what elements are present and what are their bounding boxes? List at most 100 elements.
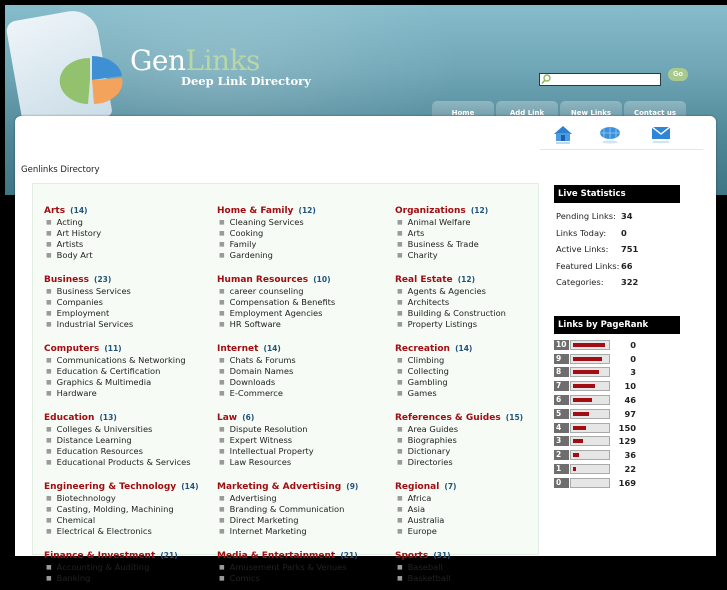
subcategory-link[interactable]: Direct Marketing	[230, 515, 299, 525]
subcategory-link[interactable]: Architects	[408, 297, 450, 307]
subcategory-link[interactable]: Downloads	[230, 377, 276, 387]
subcategory-link[interactable]: Electrical & Electronics	[57, 526, 152, 536]
pagerank-row[interactable]: 6 46	[554, 393, 680, 407]
subcategory-link[interactable]: Industrial Services	[57, 319, 134, 329]
subcategory-link[interactable]: Hardware	[57, 388, 97, 398]
subcategory-link[interactable]: Education Resources	[57, 446, 143, 456]
globe-icon-button[interactable]	[599, 123, 621, 145]
subcategory-link[interactable]: Europe	[408, 526, 437, 536]
category-link[interactable]: Organizations	[395, 206, 466, 216]
subcategory-link[interactable]: Employment	[57, 308, 110, 318]
category-link[interactable]: References & Guides	[395, 413, 501, 423]
subcategory-link[interactable]: Business Services	[57, 286, 131, 296]
category-link[interactable]: Finance & Investment	[44, 551, 155, 561]
subcategory-link[interactable]: Directories	[408, 457, 453, 467]
pagerank-row[interactable]: 4 150	[554, 421, 680, 435]
subcategory-link[interactable]: Games	[408, 388, 437, 398]
subcategory-link[interactable]: Australia	[408, 515, 445, 525]
category-link[interactable]: Business	[44, 275, 89, 285]
pagerank-row[interactable]: 83	[554, 366, 680, 380]
subcategory-link[interactable]: HR Software	[230, 319, 281, 329]
subcategory-link[interactable]: Colleges & Universities	[57, 424, 153, 434]
subcategory-link[interactable]: Collecting	[408, 366, 449, 376]
category-link[interactable]: Home & Family	[217, 206, 293, 216]
subcategory-link[interactable]: Property Listings	[408, 319, 477, 329]
subcategory-link[interactable]: Graphics & Multimedia	[57, 377, 152, 387]
subcategory-link[interactable]: Advertising	[230, 493, 277, 503]
category-link[interactable]: Human Resources	[217, 275, 308, 285]
subcategory-link[interactable]: Casting, Molding, Machining	[57, 504, 174, 514]
subcategory-link[interactable]: Gardening	[230, 250, 273, 260]
pagerank-row[interactable]: 2 36	[554, 448, 680, 462]
subcategory-link[interactable]: Communications & Networking	[57, 355, 186, 365]
category-link[interactable]: Internet	[217, 344, 258, 354]
subcategory-link[interactable]: Domain Names	[230, 366, 294, 376]
category-link[interactable]: Education	[44, 413, 94, 423]
subcategory-link[interactable]: Intellectual Property	[230, 446, 314, 456]
subcategory-link[interactable]: Educational Products & Services	[57, 457, 191, 467]
category-link[interactable]: Regional	[395, 482, 439, 492]
subcategory-link[interactable]: Cooking	[230, 228, 264, 238]
category-link[interactable]: Media & Entertainment	[217, 551, 335, 561]
subcategory-link[interactable]: Biotechnology	[57, 493, 116, 503]
mail-icon-button[interactable]	[650, 123, 672, 145]
subcategory-link[interactable]: Distance Learning	[57, 435, 132, 445]
subcategory-link[interactable]: Dispute Resolution	[230, 424, 308, 434]
home-icon-button[interactable]	[552, 123, 574, 145]
subcategory-link[interactable]: Family	[230, 239, 257, 249]
subcategory-link[interactable]: Employment Agencies	[230, 308, 323, 318]
category-link[interactable]: Law	[217, 413, 237, 423]
subcategory-link[interactable]: Artists	[57, 239, 84, 249]
subcategory-link[interactable]: E-Commerce	[230, 388, 283, 398]
subcategory-link[interactable]: Art History	[57, 228, 102, 238]
subcategory-link[interactable]: Africa	[408, 493, 432, 503]
subcategory-link[interactable]: Asia	[408, 504, 425, 514]
pagerank-row[interactable]: 10 0	[554, 338, 680, 352]
subcategory-link[interactable]: Banking	[57, 573, 91, 583]
category-link[interactable]: Engineering & Technology	[44, 482, 176, 492]
pagerank-row[interactable]: 3 129	[554, 435, 680, 449]
category-link[interactable]: Real Estate	[395, 275, 453, 285]
subcategory-link[interactable]: Chemical	[57, 515, 96, 525]
pagerank-row[interactable]: 1 22	[554, 462, 680, 476]
category-link[interactable]: Sports	[395, 551, 428, 561]
search-input[interactable]	[539, 73, 661, 86]
category-link[interactable]: Marketing & Advertising	[217, 482, 341, 492]
category-link[interactable]: Computers	[44, 344, 99, 354]
category-link[interactable]: Arts	[44, 206, 65, 216]
subcategory-link[interactable]: Biographies	[408, 435, 457, 445]
subcategory-link[interactable]: Comics	[230, 573, 260, 583]
subcategory-link[interactable]: Internet Marketing	[230, 526, 307, 536]
subcategory-link[interactable]: Arts	[408, 228, 425, 238]
subcategory-link[interactable]: Area Guides	[408, 424, 458, 434]
subcategory-link[interactable]: Climbing	[408, 355, 445, 365]
subcategory-link[interactable]: Branding & Communication	[230, 504, 345, 514]
pagerank-row[interactable]: 5 97	[554, 407, 680, 421]
subcategory-link[interactable]: Business & Trade	[408, 239, 479, 249]
subcategory-link[interactable]: Building & Construction	[408, 308, 506, 318]
subcategory-link[interactable]: Animal Welfare	[408, 217, 471, 227]
category-link[interactable]: Recreation	[395, 344, 450, 354]
pagerank-row[interactable]: 0 169	[554, 476, 680, 490]
subcategory-link[interactable]: Basketball	[408, 573, 451, 583]
subcategory-link[interactable]: Education & Certification	[57, 366, 161, 376]
pagerank-row[interactable]: 90	[554, 352, 680, 366]
subcategory-link[interactable]: Charity	[408, 250, 438, 260]
subcategory-link[interactable]: Companies	[57, 297, 103, 307]
pagerank-row[interactable]: 7 10	[554, 379, 680, 393]
subcategory-link[interactable]: Baseball	[408, 562, 443, 572]
subcategory-link[interactable]: Dictionary	[408, 446, 451, 456]
subcategory-link[interactable]: Accounting & Auditing	[57, 562, 150, 572]
subcategory-link[interactable]: Gambling	[408, 377, 448, 387]
subcategory-link[interactable]: Compensation & Benefits	[230, 297, 336, 307]
subcategory-link[interactable]: Amusement Parks & Venues	[230, 562, 347, 572]
subcategory-link[interactable]: Chats & Forums	[230, 355, 296, 365]
subcategory-link[interactable]: Cleaning Services	[230, 217, 304, 227]
subcategory-link[interactable]: career counseling	[230, 286, 304, 296]
subcategory-link[interactable]: Body Art	[57, 250, 93, 260]
subcategory-link[interactable]: Law Resources	[230, 457, 292, 467]
subcategory-link[interactable]: Agents & Agencies	[408, 286, 486, 296]
subcategory-link[interactable]: Acting	[57, 217, 83, 227]
subcategory-link[interactable]: Expert Witness	[230, 435, 292, 445]
go-button[interactable]: Go	[668, 68, 688, 81]
